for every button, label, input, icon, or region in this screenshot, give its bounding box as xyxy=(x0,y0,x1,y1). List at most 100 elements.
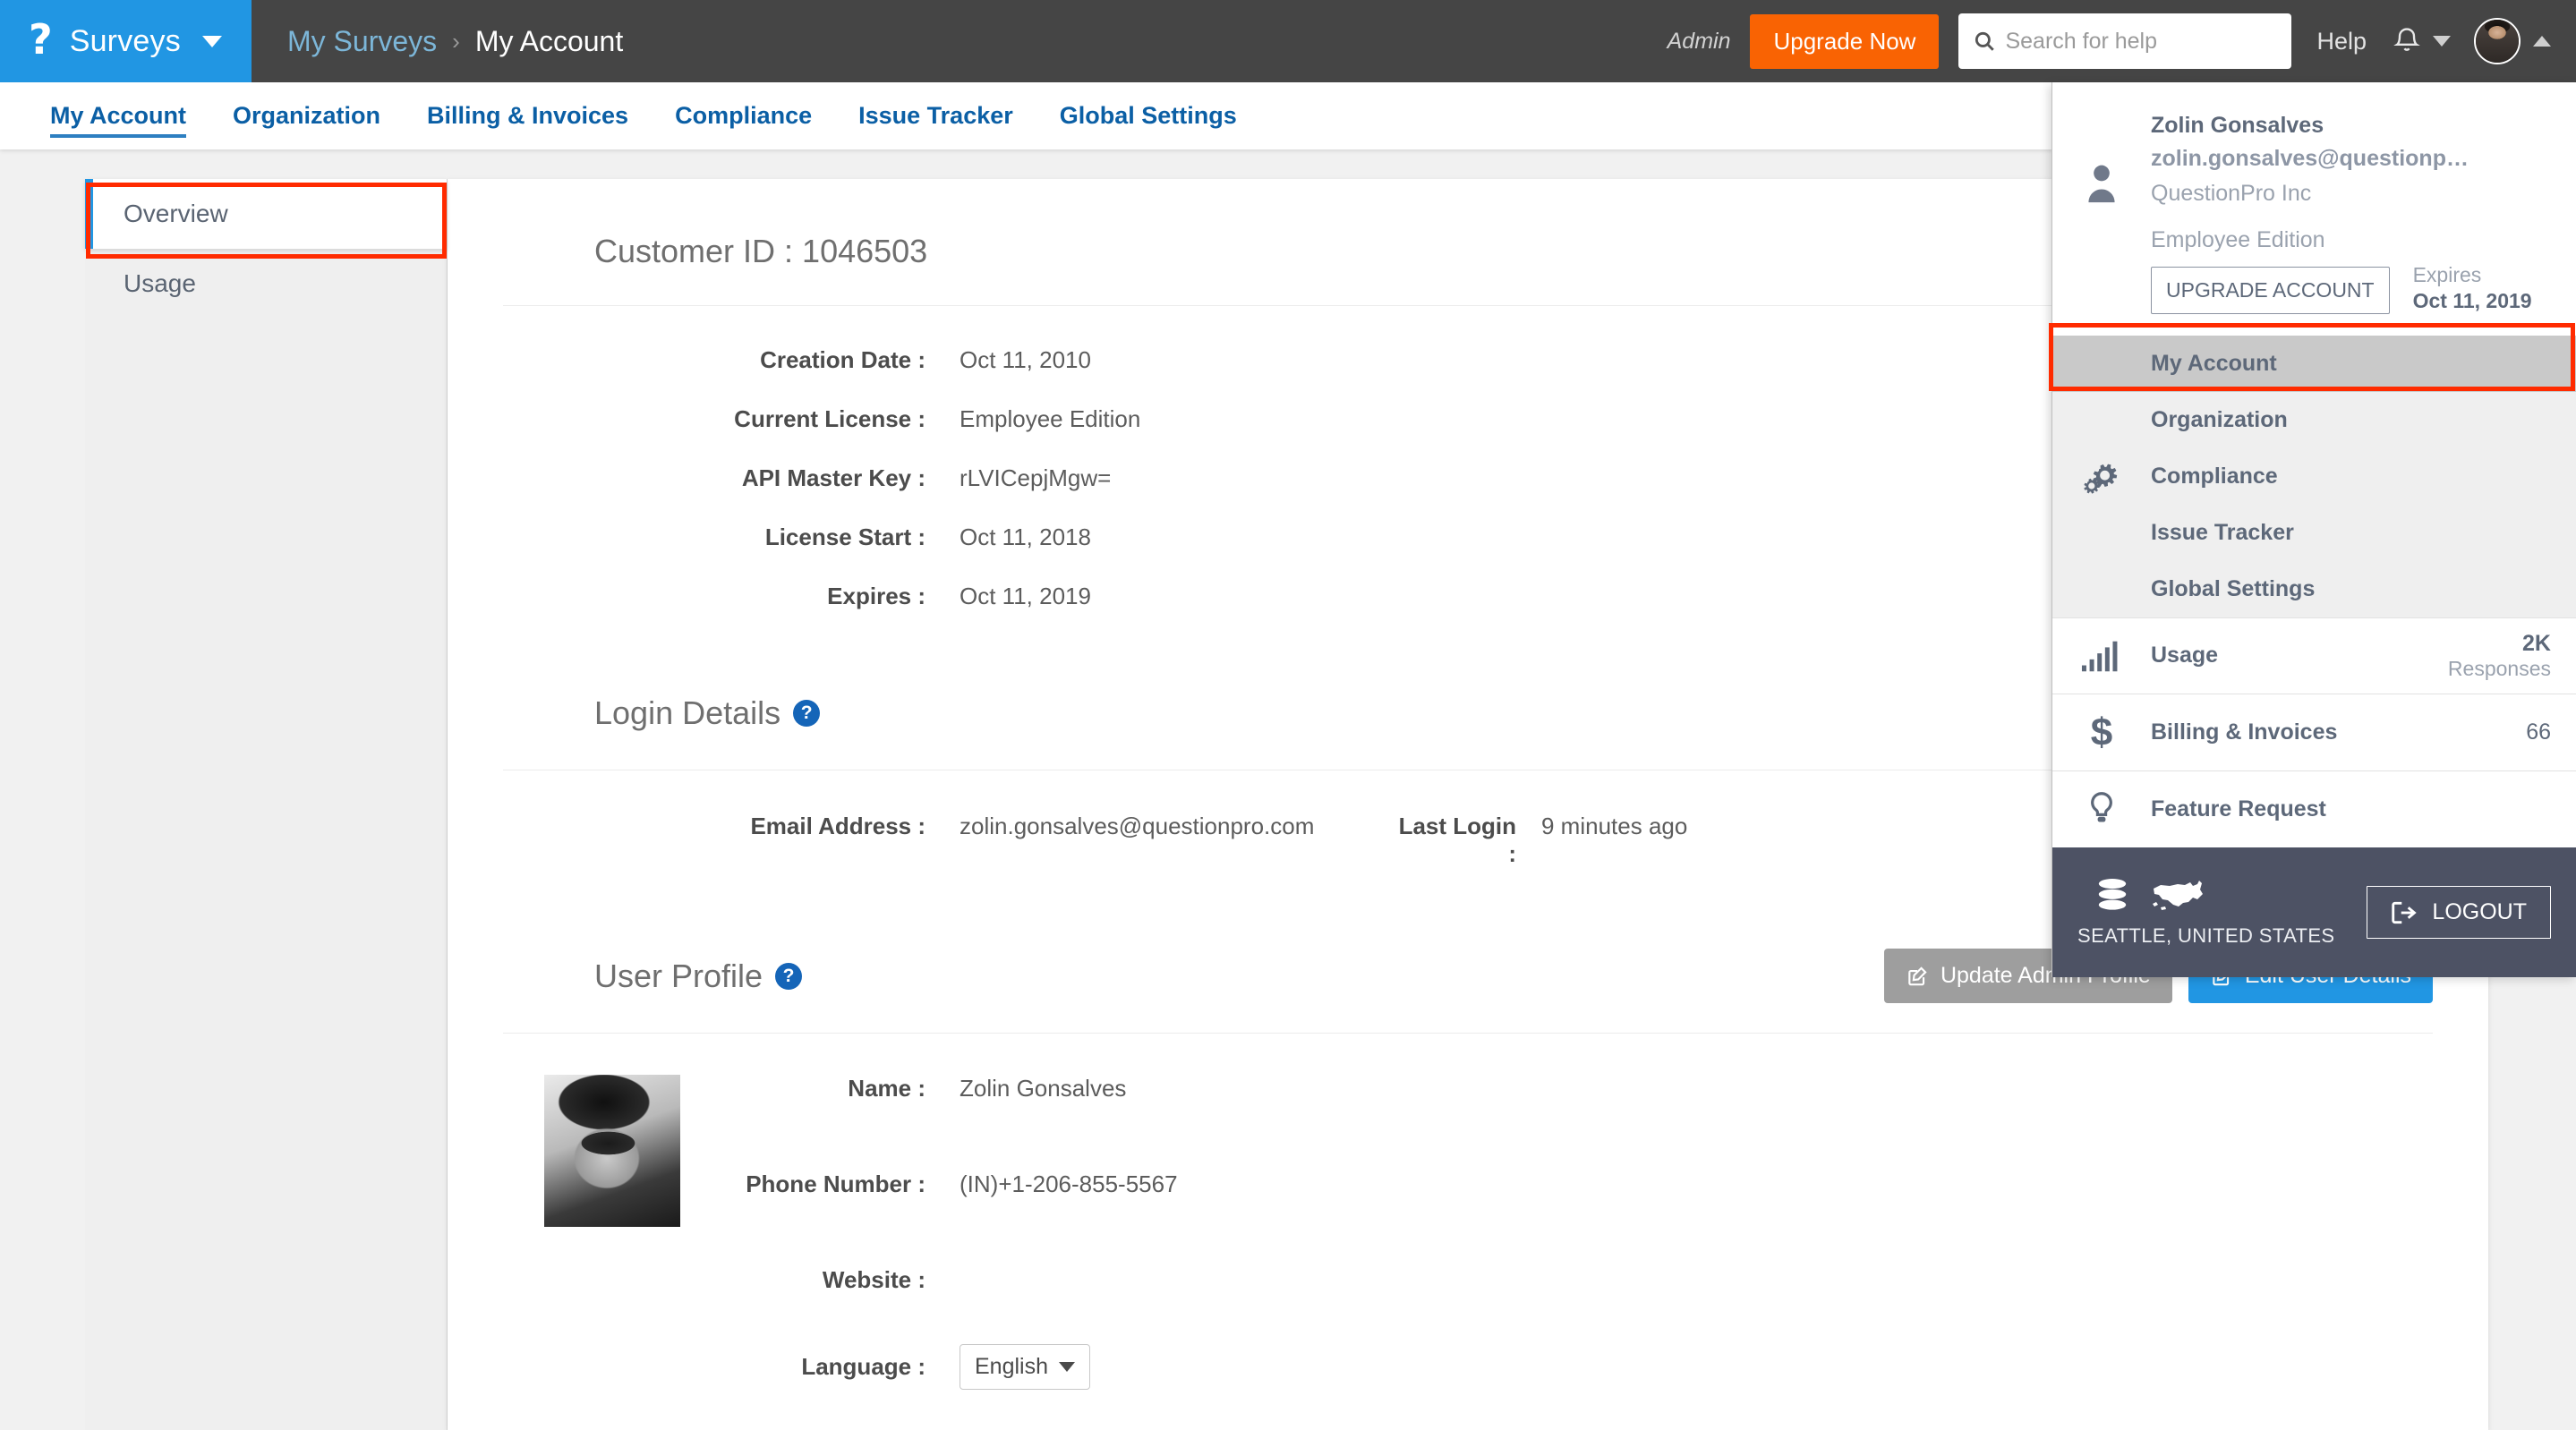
upgrade-now-button[interactable]: Upgrade Now xyxy=(1750,14,1939,69)
field-language: Language : English xyxy=(716,1344,2488,1390)
account-chevron-up-icon[interactable] xyxy=(2533,36,2551,47)
expiry-info: Expires Oct 11, 2019 xyxy=(2413,262,2532,314)
product-name-label: Surveys xyxy=(70,24,181,59)
subnav-item-organization[interactable]: Organization xyxy=(209,82,404,149)
breadcrumb-current-page: My Account xyxy=(475,25,623,58)
help-icon[interactable]: ? xyxy=(775,963,802,990)
bar-chart-icon-wrap xyxy=(2052,640,2151,672)
field-name: Name : Zolin Gonsalves xyxy=(716,1075,2488,1102)
questionpro-logo-icon: ? xyxy=(29,19,52,60)
user-profile-fields: Name : Zolin Gonsalves Phone Number : (I… xyxy=(716,1075,2488,1430)
field-label: Website : xyxy=(716,1266,925,1294)
breadcrumb-my-surveys[interactable]: My Surveys xyxy=(287,25,437,58)
field-website: Website : xyxy=(716,1266,2488,1294)
billing-label: Billing & Invoices xyxy=(2151,719,2526,745)
profile-photo xyxy=(544,1075,680,1227)
sidebar-item-overview[interactable]: Overview xyxy=(85,179,447,249)
account-name: Zolin Gonsalves xyxy=(2151,109,2558,142)
user-profile-body: Name : Zolin Gonsalves Phone Number : (I… xyxy=(448,1034,2488,1430)
login-details-title: Login Details ? xyxy=(594,694,820,732)
lightbulb-icon-wrap xyxy=(2052,790,2151,830)
field-value: Oct 11, 2018 xyxy=(925,523,1091,551)
account-dropdown-settings-group: My Account Organization Compliance Issue… xyxy=(2052,336,2576,617)
bar-chart-icon xyxy=(2081,640,2122,672)
subnav-item-compliance[interactable]: Compliance xyxy=(652,82,835,149)
subnav-item-my-account[interactable]: My Account xyxy=(27,82,209,149)
server-location-label: SEATTLE, UNITED STATES xyxy=(2077,924,2335,948)
field-value: (IN)+1-206-855-5567 xyxy=(925,1170,1178,1198)
language-select-value: English xyxy=(975,1354,1048,1380)
help-search-box[interactable] xyxy=(1958,13,2291,69)
subnav-item-billing-invoices[interactable]: Billing & Invoices xyxy=(404,82,652,149)
field-label: Name : xyxy=(716,1075,925,1102)
gears-icon xyxy=(2078,455,2125,498)
subnav-item-issue-tracker[interactable]: Issue Tracker xyxy=(835,82,1036,149)
database-icon xyxy=(2095,878,2129,915)
server-location-block: SEATTLE, UNITED STATES xyxy=(2077,878,2335,948)
field-label: Email Address : xyxy=(448,813,925,840)
user-profile-title-text: User Profile xyxy=(594,958,763,995)
field-phone-number: Phone Number : (IN)+1-206-855-5567 xyxy=(716,1170,2488,1198)
usage-label: Usage xyxy=(2151,643,2448,668)
avatar[interactable] xyxy=(2474,18,2521,64)
top-header-bar: ? Surveys My Surveys › My Account Admin … xyxy=(0,0,2576,82)
login-details-title-text: Login Details xyxy=(594,694,780,732)
app-root: ? Surveys My Surveys › My Account Admin … xyxy=(0,0,2576,1430)
help-icon[interactable]: ? xyxy=(793,700,820,727)
field-value: 9 minutes ago xyxy=(1516,813,1687,840)
breadcrumb-separator-icon: › xyxy=(452,28,460,55)
field-label: Language : xyxy=(716,1353,925,1381)
field-value: Employee Edition xyxy=(925,405,1140,433)
surveys-product-switcher[interactable]: ? Surveys xyxy=(0,0,252,82)
chevron-down-icon xyxy=(1059,1362,1075,1372)
account-edition: Employee Edition xyxy=(2151,227,2558,253)
dollar-icon-wrap: $ xyxy=(2052,713,2151,753)
bell-icon[interactable] xyxy=(2393,26,2420,56)
gears-icon-wrap xyxy=(2052,336,2151,617)
dropdown-item-usage[interactable]: Usage 2K Responses xyxy=(2052,617,2576,694)
person-icon-wrap xyxy=(2052,109,2151,314)
sidebar-item-usage[interactable]: Usage xyxy=(85,249,447,319)
search-input[interactable] xyxy=(2005,29,2277,55)
language-select-wrap: English xyxy=(925,1344,1090,1390)
dropdown-item-billing-invoices[interactable]: $ Billing & Invoices 66 xyxy=(2052,694,2576,770)
expires-label: Expires xyxy=(2413,262,2532,288)
upgrade-account-button[interactable]: UPGRADE ACCOUNT xyxy=(2151,267,2390,314)
usa-map-icon xyxy=(2151,880,2206,915)
breadcrumb: My Surveys › My Account xyxy=(287,25,623,58)
admin-role-label: Admin xyxy=(1668,29,1731,55)
field-label: Expires : xyxy=(448,583,925,610)
field-label: Creation Date : xyxy=(448,346,925,374)
person-icon xyxy=(2081,161,2122,206)
search-icon xyxy=(1973,30,1996,53)
logout-icon xyxy=(2391,900,2418,925)
account-organization: QuestionPro Inc xyxy=(2151,175,2558,211)
account-sidebar: Overview Usage xyxy=(85,179,448,1430)
pencil-square-icon xyxy=(1906,965,1929,988)
account-email: zolin.gonsalves@questionp… xyxy=(2151,142,2558,175)
field-label: Last Login : xyxy=(1396,813,1516,868)
subnav-item-global-settings[interactable]: Global Settings xyxy=(1036,82,1260,149)
expires-value: Oct 11, 2019 xyxy=(2413,288,2532,314)
help-link[interactable]: Help xyxy=(2316,28,2367,55)
dropdown-item-feature-request[interactable]: Feature Request xyxy=(2052,770,2576,847)
profile-photo-wrap xyxy=(448,1075,716,1430)
field-value: Zolin Gonsalves xyxy=(925,1075,1126,1102)
notifications-chevron-down-icon[interactable] xyxy=(2433,36,2451,47)
user-profile-title: User Profile ? xyxy=(594,958,802,995)
language-select[interactable]: English xyxy=(960,1344,1090,1390)
field-value: zolin.gonsalves@questionpro.com xyxy=(925,813,1314,840)
logout-label: LOGOUT xyxy=(2432,899,2527,925)
account-dropdown-footer: SEATTLE, UNITED STATES LOGOUT xyxy=(2052,847,2576,977)
field-value: Oct 11, 2010 xyxy=(925,346,1091,374)
header-actions: Admin Upgrade Now Help xyxy=(1668,13,2576,69)
logout-button[interactable]: LOGOUT xyxy=(2367,886,2551,939)
dollar-icon: $ xyxy=(2091,713,2112,753)
account-dropdown-panel: Zolin Gonsalves zolin.gonsalves@question… xyxy=(2051,82,2576,977)
field-last-login: Last Login : 9 minutes ago xyxy=(1396,813,1687,868)
usage-value: 2K xyxy=(2448,631,2551,657)
field-label: License Start : xyxy=(448,523,925,551)
field-value: rLVICepjMgw= xyxy=(925,464,1111,492)
avatar-image xyxy=(2476,20,2519,63)
upgrade-account-row: UPGRADE ACCOUNT Expires Oct 11, 2019 xyxy=(2151,262,2558,314)
